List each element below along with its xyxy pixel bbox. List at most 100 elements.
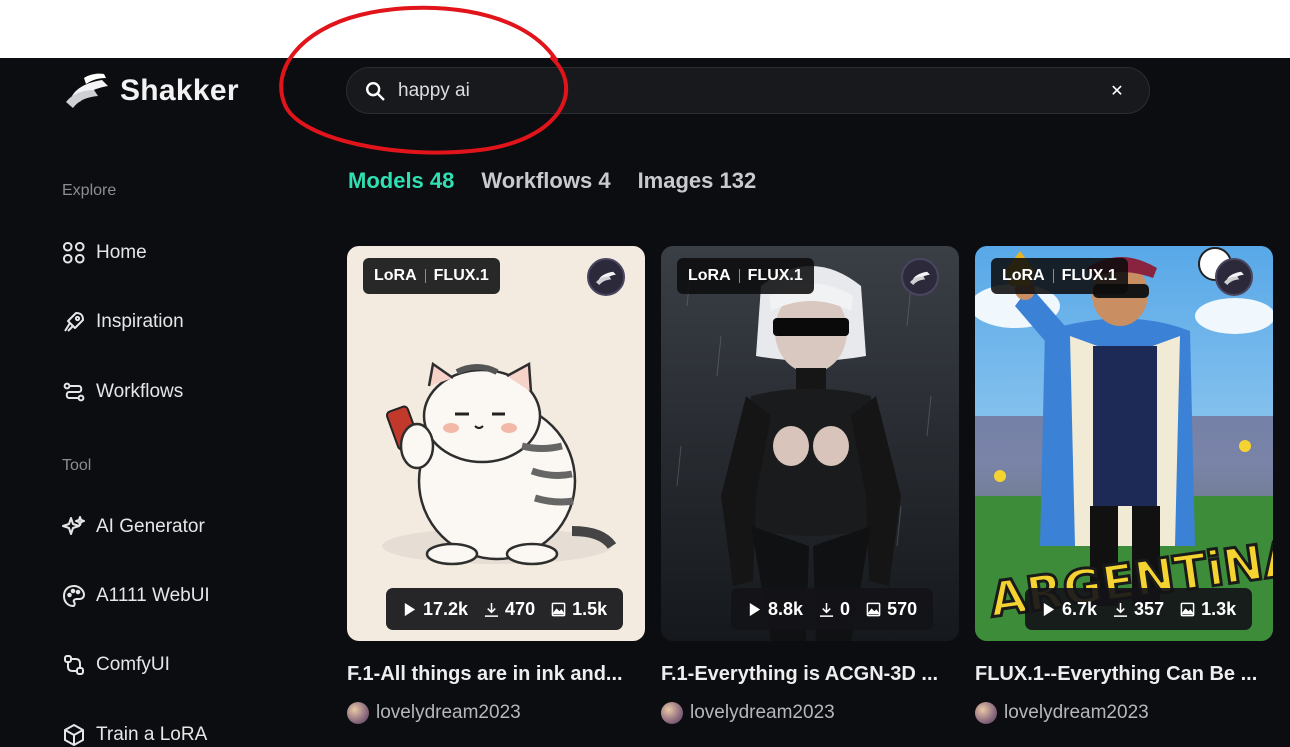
search-icon [366,81,385,100]
model-thumbnail[interactable]: LoRA FLUX.1 17.2k 470 1.5k [347,246,645,641]
sidebar-item-label: Workflows [96,381,184,402]
downloads-count: 357 [1134,598,1165,619]
tag-base-model: FLUX.1 [433,267,489,284]
sidebar-item-label: A1111 WebUI [96,585,210,606]
close-icon[interactable]: ✕ [1103,77,1131,105]
downloads-stat: 0 [819,599,850,620]
download-icon [484,602,499,617]
rocket-icon [64,312,84,332]
author-name: lovelydream2023 [376,702,521,723]
cube-icon [64,724,84,746]
images-count: 1.5k [572,598,608,619]
model-card[interactable]: LoRA FLUX.1 8.8k 0 570 F.1-Everything is… [661,246,959,724]
sidebar-item-train-lora[interactable]: Train a LoRA [62,723,207,747]
tag-base-model: FLUX.1 [1061,267,1117,284]
tab-models[interactable]: Models 48 [348,168,454,194]
tool-heading: Tool [62,457,92,474]
logo-mark-icon [1224,271,1244,286]
brand-name: Shakker [120,74,239,107]
football-fan-illustration: ARGENTiNA [975,246,1273,641]
tab-images[interactable]: Images 132 [638,168,757,194]
model-author[interactable]: lovelydream2023 [347,702,645,724]
images-count: 570 [887,598,918,619]
tag-type: LoRA [374,267,417,284]
nodes-icon [64,655,84,675]
images-count: 1.3k [1201,598,1237,619]
palette-icon [62,584,86,608]
app-window: Shakker ✕ Explore Home Inspiration Workf… [0,58,1290,747]
runs-stat: 17.2k [402,599,468,620]
sparkle-icon [62,516,85,535]
dark-character-illustration [661,246,959,641]
avatar [661,702,683,724]
runs-count: 8.8k [768,598,804,619]
tab-workflows[interactable]: Workflows 4 [481,168,610,194]
tag-type: LoRA [688,267,731,284]
search-bar[interactable]: ✕ [346,67,1150,114]
model-thumbnail[interactable]: ARGENTiNA LoRA FLUX.1 6.7k 357 1.3k [975,246,1273,641]
ink-cat-illustration [347,246,645,641]
downloads-stat: 470 [484,599,535,620]
runs-count: 17.2k [423,598,469,619]
model-stats: 6.7k 357 1.3k [1025,588,1253,630]
model-thumbnail[interactable]: LoRA FLUX.1 8.8k 0 570 [661,246,959,641]
shakker-logo[interactable]: Shakker [64,72,239,110]
image-icon [551,602,566,616]
images-stat: 1.3k [1180,599,1236,620]
author-name: lovelydream2023 [690,702,835,723]
sidebar-item-inspiration[interactable]: Inspiration [62,310,184,334]
model-tags: LoRA FLUX.1 [677,258,814,294]
runs-stat: 6.7k [1041,599,1097,620]
creator-avatar-badge[interactable] [587,258,625,296]
downloads-count: 470 [505,598,536,619]
creator-avatar-badge[interactable] [901,258,939,296]
sidebar-item-a1111-webui[interactable]: A1111 WebUI [62,584,210,608]
sidebar-item-label: ComfyUI [96,654,170,675]
sidebar-item-label: Train a LoRA [96,724,208,745]
top-whitespace [0,0,1290,58]
explore-heading: Explore [62,182,117,199]
images-stat: 1.5k [551,599,607,620]
model-author[interactable]: lovelydream2023 [975,702,1273,724]
sidebar-item-comfyui[interactable]: ComfyUI [62,653,170,677]
sidebar-item-ai-generator[interactable]: AI Generator [62,515,205,539]
tag-type: LoRA [1002,267,1045,284]
avatar [347,702,369,724]
model-stats: 8.8k 0 570 [731,588,934,630]
sidebar-item-label: AI Generator [96,516,205,537]
tag-divider [424,269,426,283]
tag-base-model: FLUX.1 [747,267,803,284]
creator-avatar-badge[interactable] [1215,258,1253,296]
model-tags: LoRA FLUX.1 [363,258,500,294]
play-icon [404,602,416,616]
downloads-count: 0 [840,598,851,619]
image-icon [866,602,881,616]
sidebar-item-workflows[interactable]: Workflows [62,380,183,404]
grid-icon [63,242,85,264]
sidebar-item-label: Home [96,242,147,263]
model-stats: 17.2k 470 1.5k [386,588,624,630]
runs-count: 6.7k [1062,598,1098,619]
logo-mark-icon [910,271,930,286]
workflow-icon [63,382,85,402]
search-input[interactable] [398,79,1103,102]
model-card[interactable]: ARGENTiNA LoRA FLUX.1 6.7k 357 1.3k FLUX… [975,246,1273,724]
model-card[interactable]: LoRA FLUX.1 17.2k 470 1.5k F.1-All thing… [347,246,645,724]
download-icon [1113,602,1128,617]
model-author[interactable]: lovelydream2023 [661,702,959,724]
image-icon [1180,602,1195,616]
author-name: lovelydream2023 [1004,702,1149,723]
model-title[interactable]: F.1-All things are in ink and... [347,663,645,686]
model-title[interactable]: FLUX.1--Everything Can Be ... [975,663,1273,686]
play-icon [749,602,761,616]
images-stat: 570 [866,599,917,620]
sidebar-item-home[interactable]: Home [62,241,147,265]
download-icon [819,602,834,617]
tag-divider [1052,269,1054,283]
logo-mark-icon [66,73,108,108]
downloads-stat: 357 [1113,599,1164,620]
tag-divider [738,269,740,283]
model-tags: LoRA FLUX.1 [991,258,1128,294]
model-title[interactable]: F.1-Everything is ACGN-3D ... [661,663,959,686]
runs-stat: 8.8k [747,599,803,620]
